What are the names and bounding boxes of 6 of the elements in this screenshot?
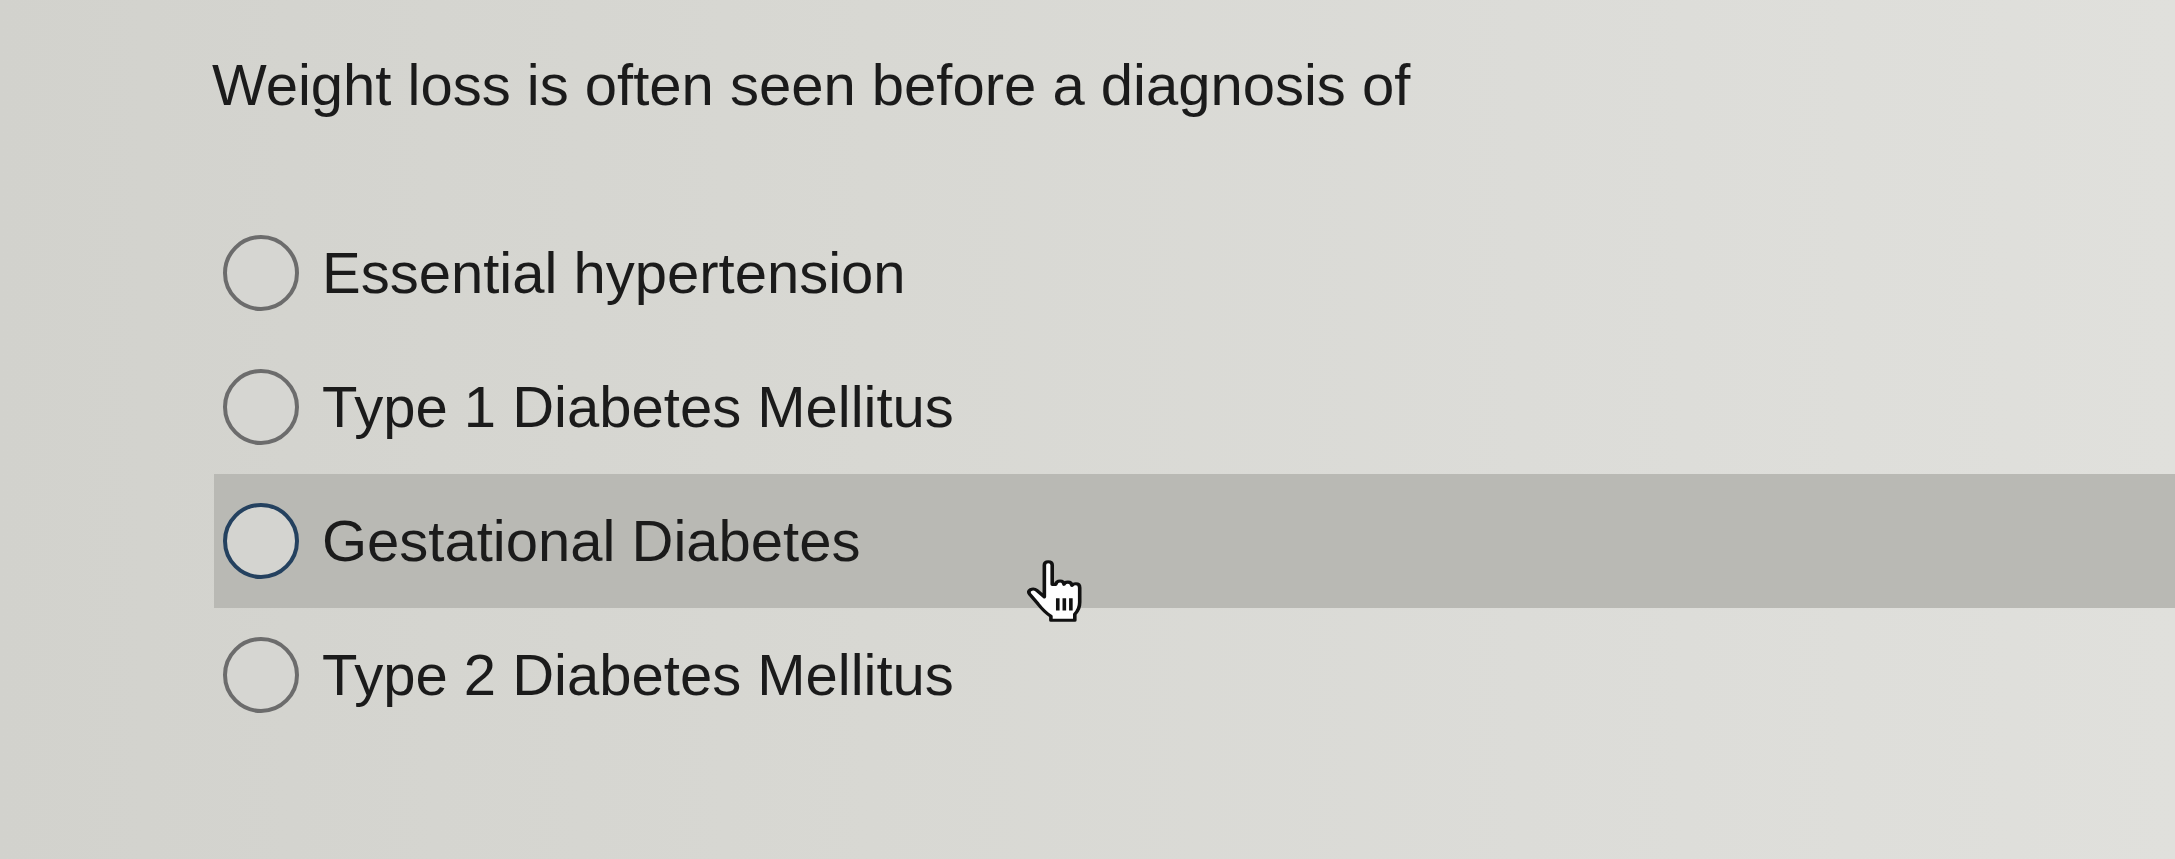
option-label[interactable]: Type 1 Diabetes Mellitus bbox=[322, 372, 954, 442]
question-text: Weight loss is often seen before a diagnosis of bbox=[212, 51, 1411, 119]
option-label[interactable]: Essential hypertension bbox=[322, 238, 906, 308]
hand-cursor-icon bbox=[1027, 560, 1082, 622]
option-label[interactable]: Gestational Diabetes bbox=[322, 506, 861, 576]
option-label[interactable]: Type 2 Diabetes Mellitus bbox=[322, 640, 954, 710]
